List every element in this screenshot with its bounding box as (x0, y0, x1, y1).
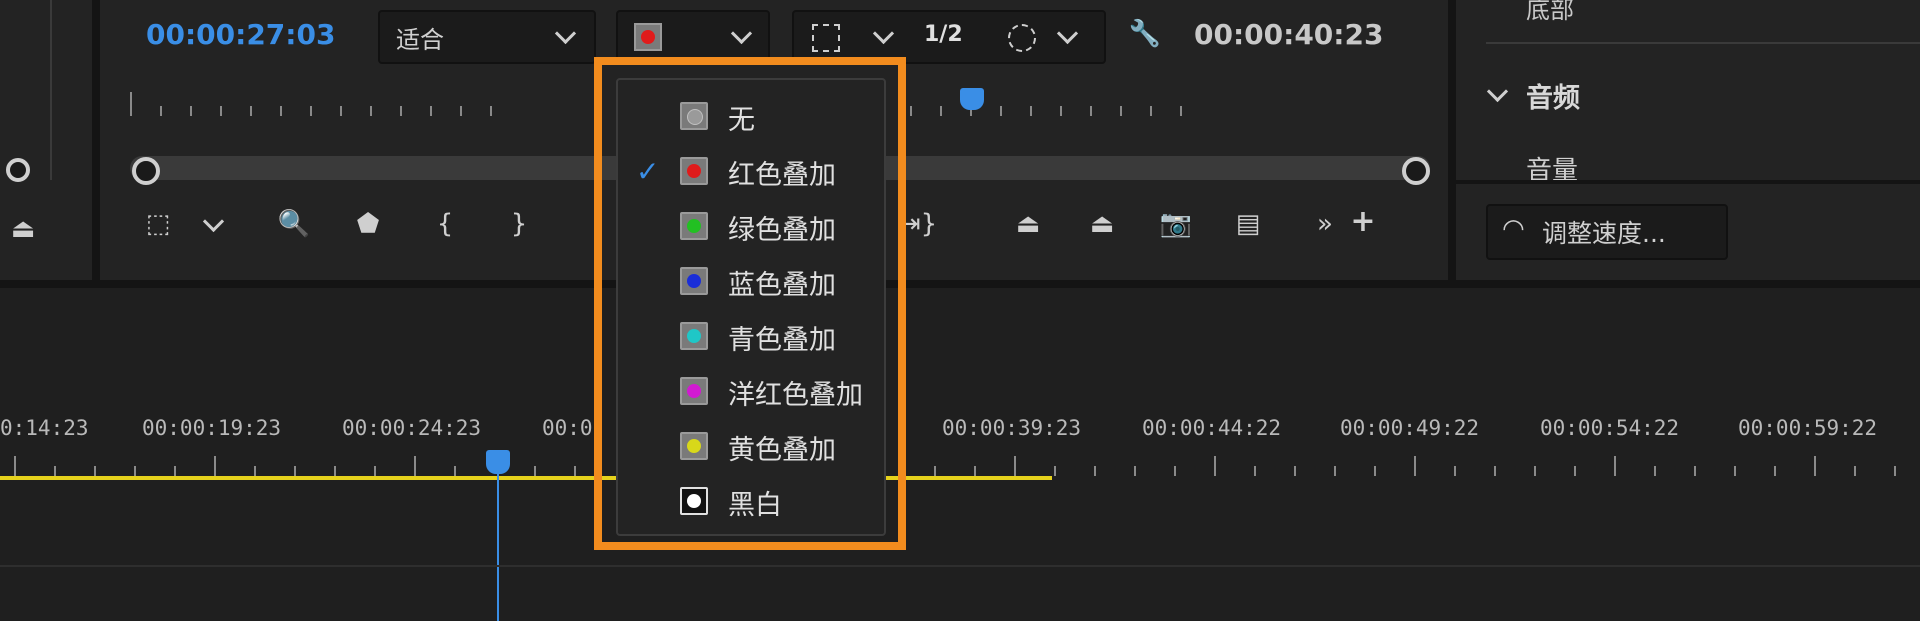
fit-dropdown-label: 适合 (396, 25, 444, 54)
selection-zoom-icon[interactable]: ⬚ (140, 208, 176, 240)
menu-item-label: 无 (728, 105, 755, 136)
ruler-label: 00:00:19:23 (142, 416, 282, 440)
swatch-yellow-icon (680, 432, 708, 460)
timeline-ruler[interactable] (0, 450, 1920, 476)
ruler-label: 0:14:23 (0, 416, 89, 440)
ruler-label: 00:00:59:22 (1738, 416, 1878, 440)
timeline-panel: 0:14:23 00:00:19:23 00:00:24:23 00:0 00:… (0, 288, 1920, 621)
more-chevrons-icon[interactable]: » (1310, 208, 1340, 240)
menu-item-blue-overlay[interactable]: 蓝色叠加 (618, 257, 884, 309)
track-divider (0, 565, 1920, 567)
ruler-label: 00:00:49:22 (1340, 416, 1480, 440)
swatch-red-icon (680, 157, 708, 185)
view-zoom-icon[interactable]: 🔍 (276, 208, 312, 240)
add-button-icon[interactable]: + (1348, 206, 1378, 238)
chevron-down-icon (872, 22, 895, 45)
menu-item-label: 蓝色叠加 (728, 270, 836, 301)
safe-margins-dropdown[interactable]: 1/2 (792, 10, 1106, 64)
swatch-green-icon (680, 212, 708, 240)
menu-item-yellow-overlay[interactable]: 黄色叠加 (618, 422, 884, 474)
swatch-none-icon (680, 102, 708, 130)
current-timecode[interactable]: 00:00:27:03 (146, 18, 335, 51)
export-icon[interactable]: ⏏ (6, 213, 40, 245)
comparison-view-icon[interactable]: ▤ (1226, 208, 1270, 240)
adjust-speed-button[interactable]: ◠ 调整速度... (1486, 204, 1728, 260)
ruler-label: 00:00:44:22 (1142, 416, 1282, 440)
timeline-playhead-line[interactable] (497, 474, 499, 621)
ruler-label: 00:0 (542, 416, 593, 440)
chevron-down-icon (554, 22, 577, 45)
extract-icon[interactable]: ⏏ (1080, 208, 1124, 240)
menu-item-label: 青色叠加 (728, 325, 836, 356)
zoom-left-handle[interactable] (132, 157, 160, 185)
panel-divider (92, 0, 100, 280)
overlay-dropdown[interactable] (616, 10, 770, 64)
panel-footer-divider (1456, 180, 1920, 184)
panel-divider-right (1448, 0, 1456, 280)
ruler-label: 00:00:24:23 (342, 416, 482, 440)
menu-item-green-overlay[interactable]: 绿色叠加 (618, 202, 884, 254)
effect-controls-panel: 底部 音频 音量 ◠ 调整速度... (1456, 0, 1920, 280)
swatch-magenta-icon (680, 377, 708, 405)
menu-item-label: 洋红色叠加 (728, 380, 863, 411)
safe-margin-icon (812, 24, 840, 52)
chevron-down-icon[interactable] (202, 210, 225, 233)
camera-icon[interactable]: 📷 (1156, 208, 1196, 240)
left-scrub-handle[interactable] (6, 158, 30, 182)
zoom-right-handle[interactable] (1402, 157, 1430, 185)
duration-timecode: 00:00:40:23 (1194, 18, 1384, 51)
timeline-playhead-marker[interactable] (486, 450, 510, 474)
overlay-color-menu: 无 ✓ 红色叠加 绿色叠加 蓝色叠加 青色叠加 洋红色叠加 黄色叠加 黑白 (616, 78, 886, 536)
wrench-icon[interactable]: 🔧 (1128, 18, 1162, 50)
menu-item-magenta-overlay[interactable]: 洋红色叠加 (618, 367, 884, 419)
swatch-black-white-icon (680, 487, 708, 515)
left-panel-border (50, 0, 52, 180)
audio-section-title[interactable]: 音频 (1526, 76, 1580, 115)
speedometer-icon: ◠ (1502, 214, 1525, 244)
menu-item-none[interactable]: 无 (618, 92, 884, 144)
add-marker-icon[interactable]: ⬟ (350, 208, 386, 240)
left-panel: ⏏ (0, 0, 92, 280)
fit-dropdown[interactable]: 适合 (378, 10, 596, 64)
menu-item-red-overlay[interactable]: ✓ 红色叠加 (618, 147, 884, 199)
adjust-speed-label: 调整速度... (1542, 219, 1666, 248)
panel-divider-horizontal (0, 280, 1920, 288)
mark-out-icon[interactable]: } (504, 208, 534, 240)
swatch-cyan-icon (680, 322, 708, 350)
chevron-down-icon (1056, 22, 1079, 45)
menu-item-label: 红色叠加 (728, 160, 836, 191)
resolution-label[interactable]: 1/2 (924, 22, 963, 47)
chevron-down-icon[interactable] (1486, 80, 1509, 103)
panel-separator (1486, 42, 1920, 44)
ruler-label: 00:00:54:22 (1540, 416, 1680, 440)
swatch-blue-icon (680, 267, 708, 295)
menu-item-cyan-overlay[interactable]: 青色叠加 (618, 312, 884, 364)
ruler-label: 00:00:39:23 (942, 416, 1082, 440)
mark-in-icon[interactable]: { (430, 208, 460, 240)
lift-icon[interactable]: ⏏ (1006, 208, 1050, 240)
menu-item-label: 绿色叠加 (728, 215, 836, 246)
menu-item-label: 黑白 (728, 490, 782, 521)
menu-item-label: 黄色叠加 (728, 435, 836, 466)
compare-icon[interactable] (1008, 24, 1036, 52)
chevron-down-icon (730, 22, 753, 45)
monitor-playhead-marker[interactable] (960, 88, 984, 110)
checkmark-icon: ✓ (636, 155, 660, 188)
menu-item-black-white[interactable]: 黑白 (618, 477, 884, 529)
red-overlay-swatch-icon (634, 23, 662, 51)
panel-partial-text: 底部 (1526, 0, 1574, 24)
